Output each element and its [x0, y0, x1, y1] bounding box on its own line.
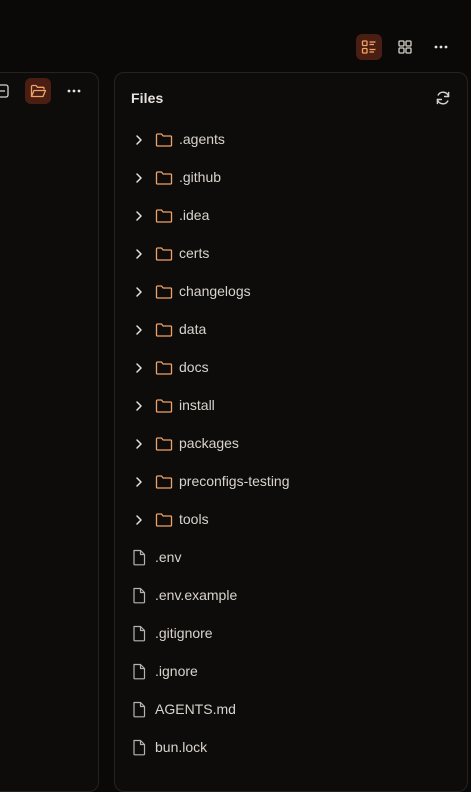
- file-row[interactable]: .gitignore: [115, 615, 467, 653]
- more-icon: [434, 45, 448, 49]
- folder-name: certs: [179, 245, 210, 261]
- file-row[interactable]: .env: [115, 539, 467, 577]
- folder-icon: [155, 285, 173, 299]
- file-icon: [133, 701, 146, 718]
- file-name: bun.lock: [155, 739, 208, 755]
- folder-icon: [155, 513, 173, 527]
- folder-row[interactable]: certs: [115, 235, 467, 273]
- file-row[interactable]: .env.example: [115, 577, 467, 615]
- file-row[interactable]: bun.lock: [115, 729, 467, 767]
- folder-row[interactable]: changelogs: [115, 273, 467, 311]
- file-name: AGENTS.md: [155, 701, 236, 717]
- chevron-right-icon[interactable]: [132, 247, 146, 261]
- panel-title: Files: [131, 90, 164, 106]
- folder-name: .agents: [179, 131, 225, 147]
- folder-name: .idea: [179, 207, 210, 223]
- more-button[interactable]: [428, 34, 454, 60]
- list-view-icon: [361, 40, 376, 54]
- left-more-button[interactable]: [61, 78, 87, 104]
- folder-row[interactable]: install: [115, 387, 467, 425]
- folder-row[interactable]: .github: [115, 159, 467, 197]
- refresh-button[interactable]: [433, 88, 453, 108]
- file-name: .env.example: [155, 587, 238, 603]
- files-panel: Files .agents .github .idea certs changelogs…: [114, 72, 468, 792]
- file-name: .ignore: [155, 663, 198, 679]
- chevron-right-icon[interactable]: [132, 475, 146, 489]
- grid-view-button[interactable]: [392, 34, 418, 60]
- folder-row[interactable]: tools: [115, 501, 467, 539]
- file-row[interactable]: AGENTS.md: [115, 691, 467, 729]
- folder-icon: [155, 361, 173, 375]
- folder-row[interactable]: .idea: [115, 197, 467, 235]
- folder-name: preconfigs-testing: [179, 473, 290, 489]
- folder-name: install: [179, 397, 215, 413]
- folder-icon: [155, 323, 173, 337]
- folder-name: changelogs: [179, 283, 251, 299]
- file-icon: [133, 739, 146, 756]
- folder-name: tools: [179, 511, 209, 527]
- chevron-right-icon[interactable]: [132, 171, 146, 185]
- file-icon: [133, 625, 146, 642]
- chevron-right-icon[interactable]: [132, 361, 146, 375]
- folder-icon: [155, 209, 173, 223]
- folder-row[interactable]: preconfigs-testing: [115, 463, 467, 501]
- chevron-right-icon[interactable]: [132, 133, 146, 147]
- folder-name: packages: [179, 435, 239, 451]
- folder-icon: [155, 475, 173, 489]
- file-name: .gitignore: [155, 625, 213, 641]
- folder-icon: [155, 247, 173, 261]
- grid-view-icon: [398, 40, 412, 54]
- folder-name: data: [179, 321, 207, 337]
- file-icon: [133, 587, 146, 604]
- file-tree: .agents .github .idea certs changelogs data do…: [115, 121, 467, 767]
- chevron-right-icon[interactable]: [132, 399, 146, 413]
- folder-view-button[interactable]: [25, 78, 51, 104]
- folder-row[interactable]: docs: [115, 349, 467, 387]
- chevron-right-icon[interactable]: [132, 285, 146, 299]
- file-name: .env: [155, 549, 182, 565]
- file-icon: [133, 549, 146, 566]
- list-view-button[interactable]: [356, 34, 382, 60]
- left-panel: [0, 72, 99, 792]
- folder-icon: [155, 171, 173, 185]
- chevron-right-icon[interactable]: [132, 437, 146, 451]
- file-icon: [133, 663, 146, 680]
- folder-open-icon: [30, 84, 46, 97]
- collapse-icon: [0, 84, 9, 98]
- more-icon: [67, 89, 81, 93]
- folder-icon: [155, 399, 173, 413]
- folder-row[interactable]: .agents: [115, 121, 467, 159]
- chevron-right-icon[interactable]: [132, 209, 146, 223]
- folder-icon: [155, 133, 173, 147]
- refresh-icon: [436, 91, 450, 105]
- folder-row[interactable]: packages: [115, 425, 467, 463]
- file-row[interactable]: .ignore: [115, 653, 467, 691]
- folder-name: .github: [179, 169, 222, 185]
- collapse-button[interactable]: [0, 78, 15, 104]
- chevron-right-icon[interactable]: [132, 513, 146, 527]
- folder-icon: [155, 437, 173, 451]
- folder-name: docs: [179, 359, 209, 375]
- chevron-right-icon[interactable]: [132, 323, 146, 337]
- folder-row[interactable]: data: [115, 311, 467, 349]
